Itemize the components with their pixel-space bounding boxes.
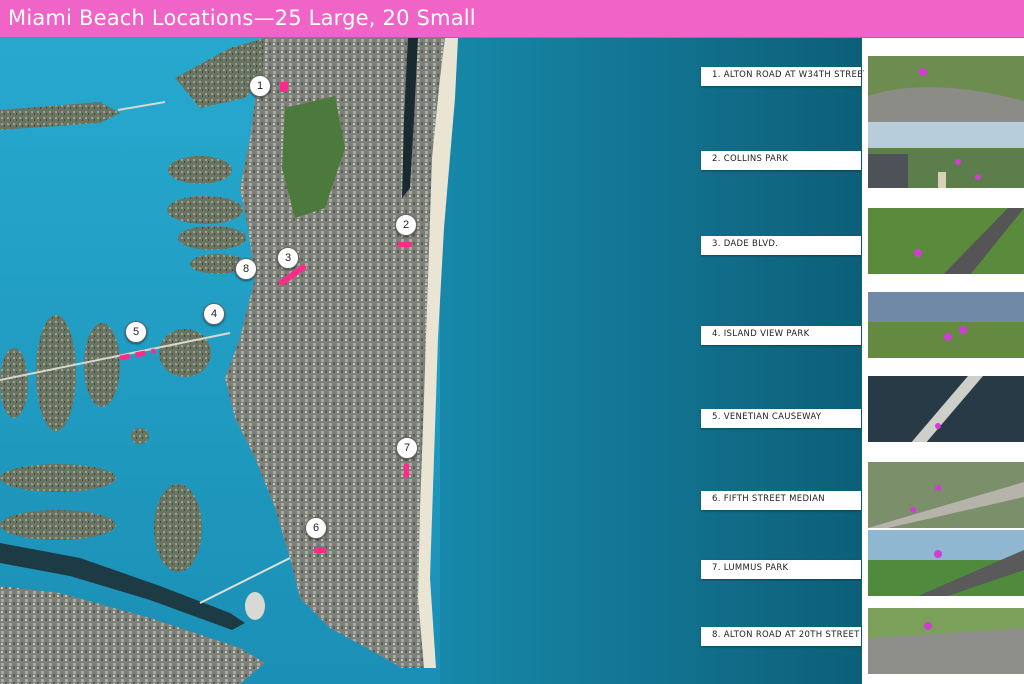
thumbnail-1[interactable] <box>868 56 1024 122</box>
location-6-highlight <box>314 547 326 553</box>
map-marker-4[interactable]: 4 <box>203 303 225 325</box>
thumbnail-5[interactable] <box>868 376 1024 442</box>
island <box>168 156 232 184</box>
location-label-8[interactable]: 8. ALTON ROAD AT 20TH STREET <box>701 627 861 646</box>
location-label-1[interactable]: 1. ALTON ROAD AT W34TH STREET <box>701 67 868 86</box>
thumbnail-6[interactable] <box>868 462 1024 528</box>
thumbnail-2[interactable] <box>868 122 1024 188</box>
location-label-text: 2. COLLINS PARK <box>712 154 789 164</box>
location-label-2[interactable]: 2. COLLINS PARK <box>701 151 861 170</box>
thumbnail-4[interactable] <box>868 292 1024 358</box>
location-label-4[interactable]: 4. ISLAND VIEW PARK <box>701 326 861 345</box>
thumbnail-column <box>864 54 1024 684</box>
map-marker-5[interactable]: 5 <box>125 321 147 343</box>
location-label-text: 1. ALTON ROAD AT W34TH STREET <box>712 70 869 80</box>
thumbnail-3[interactable] <box>868 208 1024 274</box>
thumbnail-7[interactable] <box>868 530 1024 596</box>
location-label-5[interactable]: 5. VENETIAN CAUSEWAY <box>701 409 861 428</box>
thumbnail-8[interactable] <box>868 608 1024 674</box>
venetian-island <box>84 323 120 407</box>
location-label-text: 4. ISLAND VIEW PARK <box>712 329 810 339</box>
location-2-highlight <box>398 242 412 247</box>
map-marker-6[interactable]: 6 <box>305 517 327 539</box>
map-marker-8[interactable]: 8 <box>235 258 257 280</box>
venetian-island <box>36 315 76 431</box>
map-marker-3[interactable]: 3 <box>277 247 299 269</box>
map-marker-2[interactable]: 2 <box>395 214 417 236</box>
location-label-text: 6. FIFTH STREET MEDIAN <box>712 494 825 504</box>
location-label-text: 5. VENETIAN CAUSEWAY <box>712 412 822 422</box>
page-title: Miami Beach Locations—25 Large, 20 Small <box>8 6 476 30</box>
location-7-highlight <box>404 464 409 478</box>
location-1-highlight <box>280 82 288 92</box>
location-label-7[interactable]: 7. LUMMUS PARK <box>701 560 861 579</box>
aerial-map <box>0 38 862 684</box>
island <box>0 464 116 492</box>
location-label-text: 7. LUMMUS PARK <box>712 563 789 573</box>
title-bar: Miami Beach Locations—25 Large, 20 Small <box>0 0 1024 38</box>
island <box>131 428 149 444</box>
map-marker-7[interactable]: 7 <box>396 437 418 459</box>
island <box>167 196 243 224</box>
venetian-island <box>159 329 211 377</box>
island <box>0 510 116 540</box>
location-label-text: 3. DADE BLVD. <box>712 239 779 249</box>
location-label-6[interactable]: 6. FIFTH STREET MEDIAN <box>701 491 861 510</box>
venetian-island <box>0 348 28 418</box>
cruise-ship <box>245 592 265 620</box>
location-label-text: 8. ALTON ROAD AT 20TH STREET <box>712 630 860 640</box>
island <box>178 226 246 250</box>
island <box>154 484 202 572</box>
map-marker-1[interactable]: 1 <box>249 75 271 97</box>
location-label-3[interactable]: 3. DADE BLVD. <box>701 236 861 255</box>
